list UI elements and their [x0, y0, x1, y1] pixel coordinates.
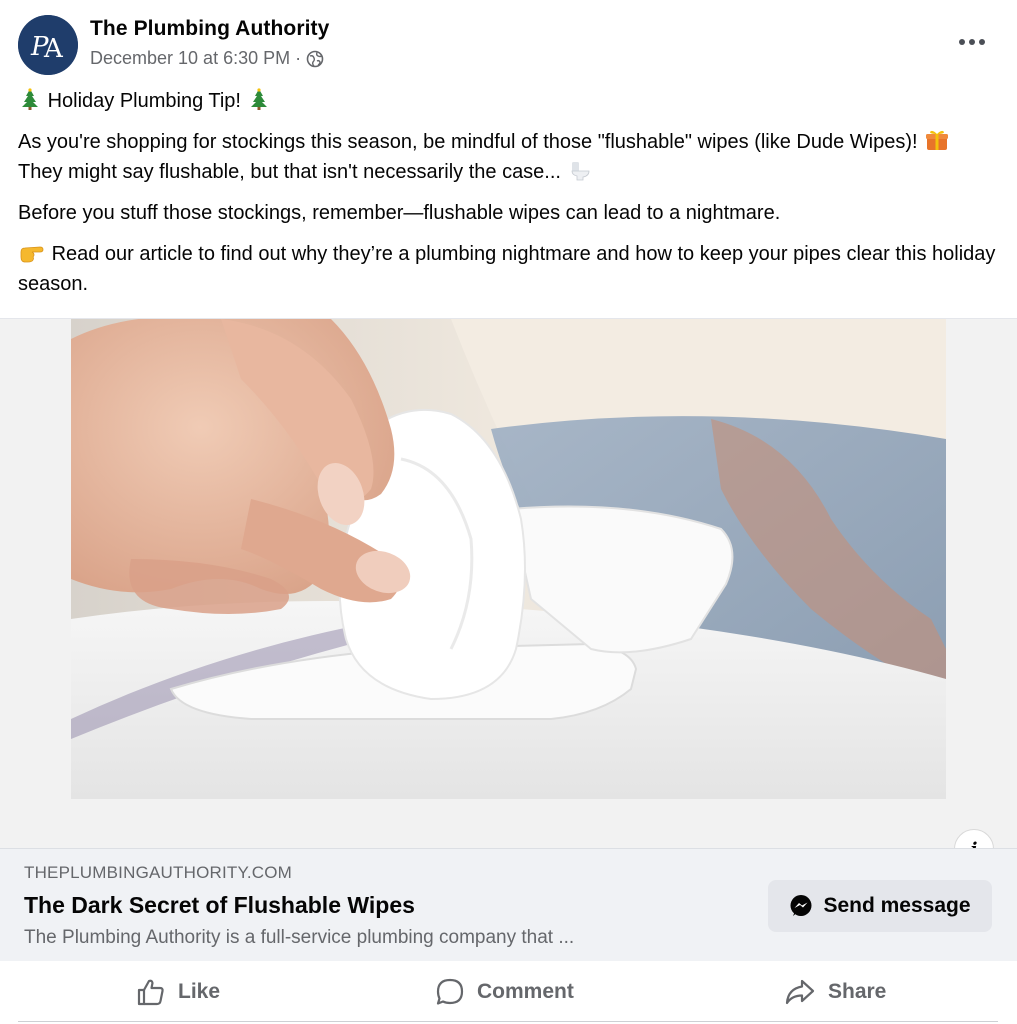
- post-paragraph-4-text: Read our article to find out why they’re…: [18, 243, 996, 295]
- send-message-label: Send message: [823, 894, 971, 917]
- share-button[interactable]: Share: [784, 972, 886, 1012]
- send-message-button[interactable]: Send message: [768, 880, 992, 932]
- wet-wipes-photo[interactable]: [71, 319, 946, 799]
- post-message: Holiday Plumbing Tip! As you're shopping…: [18, 86, 998, 310]
- more-options-icon: [959, 39, 985, 45]
- pointing-hand-icon: [20, 246, 44, 263]
- comment-label: Comment: [477, 980, 574, 1003]
- post-paragraph-4: Read our article to find out why they’re…: [18, 239, 998, 299]
- logo-icon: P A: [18, 15, 78, 75]
- page-name[interactable]: The Plumbing Authority: [90, 17, 329, 41]
- comment-icon: [436, 978, 464, 1005]
- post-media[interactable]: i: [0, 318, 1017, 869]
- like-label: Like: [178, 980, 221, 1003]
- christmas-tree-icon: [22, 88, 38, 110]
- post-timestamp[interactable]: December 10 at 6:30 PM: [90, 48, 290, 69]
- post-paragraph-2a: As you're shopping for stockings this se…: [18, 131, 918, 153]
- messenger-icon: [790, 895, 812, 916]
- page-avatar[interactable]: P A: [18, 15, 78, 75]
- post-line-1: Holiday Plumbing Tip!: [18, 86, 998, 116]
- globe-icon: [306, 50, 324, 67]
- post-paragraph-2b: They might say flushable, but that isn't…: [18, 161, 561, 183]
- share-icon: [785, 979, 815, 1005]
- link-domain: THEPLUMBINGAUTHORITY.COM: [24, 863, 293, 882]
- divider: [18, 1021, 998, 1022]
- post-paragraph-2: As you're shopping for stockings this se…: [18, 127, 998, 187]
- post-paragraph-3: Before you stuff those stockings, rememb…: [18, 202, 781, 224]
- link-preview[interactable]: THEPLUMBINGAUTHORITY.COM The Dark Secret…: [0, 848, 1017, 961]
- christmas-tree-icon: [250, 88, 267, 110]
- meta-separator: ·: [295, 48, 302, 68]
- link-description: The Plumbing Authority is a full-service…: [24, 927, 575, 948]
- more-options-button[interactable]: [952, 26, 992, 58]
- post-line-1-text: Holiday Plumbing Tip!: [47, 90, 241, 112]
- post-action-bar: Like Comment Share: [0, 962, 1017, 1022]
- gift-icon: [926, 130, 949, 150]
- post-meta: December 10 at 6:30 PM ·: [90, 48, 324, 69]
- svg-text:A: A: [43, 34, 64, 64]
- thumbs-up-icon: [137, 979, 164, 1006]
- comment-button[interactable]: Comment: [435, 972, 574, 1012]
- link-title[interactable]: The Dark Secret of Flushable Wipes: [24, 892, 415, 919]
- toilet-icon: [571, 162, 589, 181]
- share-label: Share: [828, 980, 887, 1003]
- post-header: P A The Plumbing Authority December 10 a…: [0, 0, 1017, 86]
- like-button[interactable]: Like: [136, 972, 220, 1012]
